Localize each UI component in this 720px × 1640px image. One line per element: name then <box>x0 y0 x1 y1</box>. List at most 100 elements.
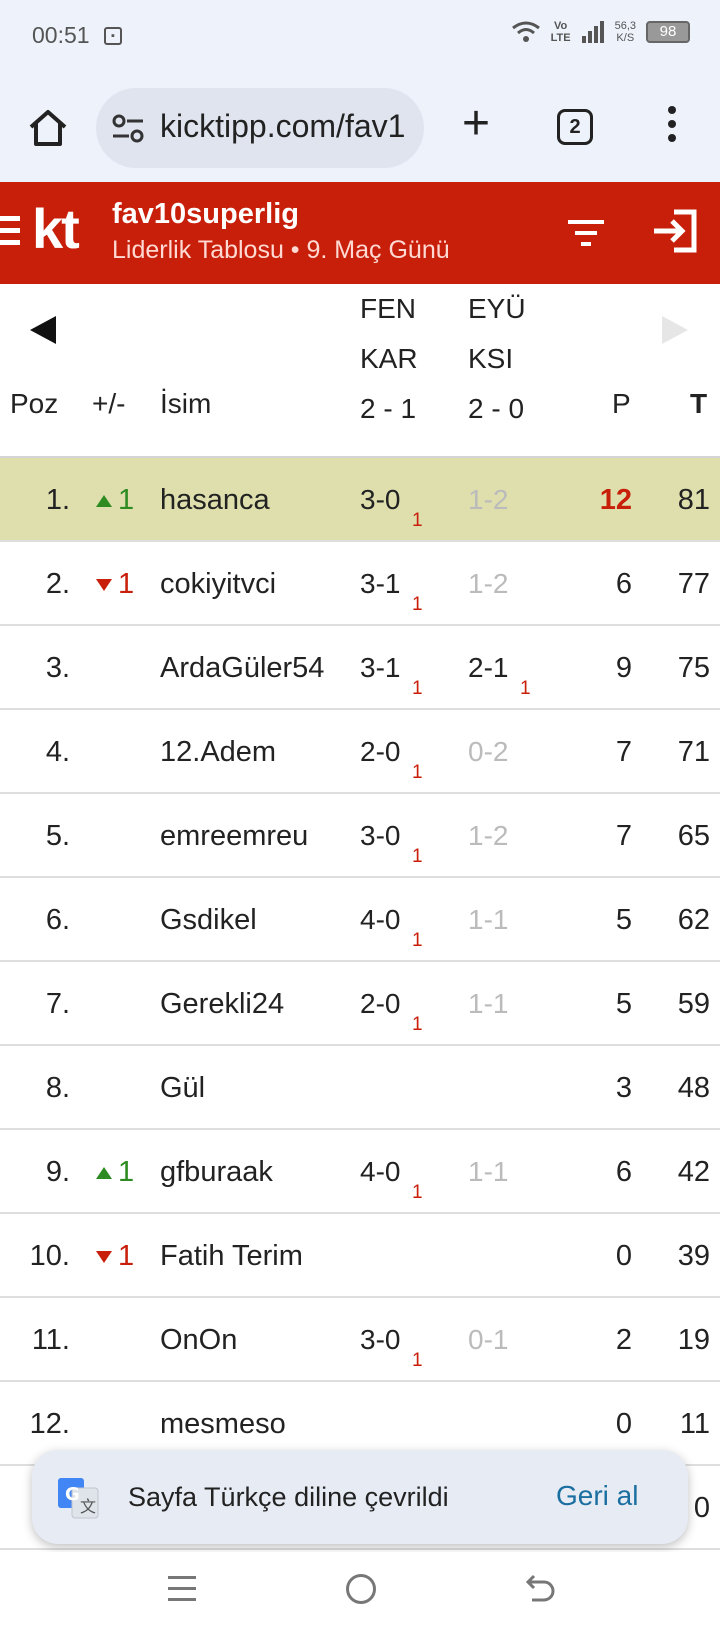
row-position: 6. <box>45 904 70 936</box>
matchday-points: 2 <box>615 1324 632 1356</box>
rank-change: 1 <box>96 1240 134 1273</box>
url-text[interactable]: kicktipp.com/fav1 <box>160 108 405 145</box>
match-1-score: 2 - 1 <box>360 393 417 424</box>
player-name[interactable]: hasanca <box>160 484 270 517</box>
tip-match-1-points: 1 <box>412 762 423 783</box>
login-icon[interactable] <box>652 208 698 254</box>
home-icon[interactable] <box>26 106 70 150</box>
row-position: 3. <box>45 652 70 684</box>
tip-match-1-points: 1 <box>412 1014 423 1035</box>
table-row[interactable]: 6. Gsdikel 4-0 1 1-1 5 62 <box>0 878 720 962</box>
table-row[interactable]: 8. Gül 3 48 <box>0 1046 720 1130</box>
row-position: 11. <box>31 1324 70 1356</box>
table-row[interactable]: 4. 12.Adem 2-0 1 0-2 7 71 <box>0 710 720 794</box>
player-name[interactable]: Fatih Terim <box>160 1240 303 1273</box>
total-points: 11 <box>679 1408 710 1440</box>
hamburger-menu-icon[interactable] <box>0 216 20 248</box>
total-points: 59 <box>677 988 710 1020</box>
system-nav-bar <box>0 1552 720 1640</box>
rank-change-value: 1 <box>118 1240 135 1272</box>
total-points: 39 <box>677 1240 710 1272</box>
tip-match-1-points: 1 <box>412 1182 423 1203</box>
rank-change: 1 <box>96 484 134 517</box>
tip-match-1: 2-0 <box>360 736 401 767</box>
tip-match-1: 3-0 <box>360 484 401 515</box>
browser-toolbar: kicktipp.com/fav1 + 2 <box>0 76 720 182</box>
player-name[interactable]: ArdaGüler54 <box>160 652 324 685</box>
tip-match-1-points: 1 <box>412 510 423 531</box>
wifi-icon <box>511 20 541 44</box>
svg-text:文: 文 <box>80 1497 96 1516</box>
network-speed: 56,3 K/S <box>615 20 636 44</box>
table-row[interactable]: 2. 1 cokiyitvci 3-1 1 1-2 6 77 <box>0 542 720 626</box>
table-row[interactable]: 10. 1 Fatih Terim 0 39 <box>0 1214 720 1298</box>
recent-apps-icon[interactable] <box>168 1576 196 1606</box>
matchday-points: 6 <box>615 568 632 600</box>
tip-match-1: 3-1 <box>360 568 401 599</box>
kicktipp-logo[interactable]: kt <box>32 196 80 261</box>
player-name[interactable]: Gerekli24 <box>160 988 284 1021</box>
player-name[interactable]: mesmeso <box>160 1408 286 1441</box>
match-1-home: FEN <box>360 293 416 324</box>
tip-match-1-points: 1 <box>412 678 423 699</box>
home-button-icon[interactable] <box>346 1574 376 1604</box>
match-header-2[interactable]: EYÜ KSI 2 - 0 <box>468 284 526 434</box>
table-row[interactable]: 11. OnOn 3-0 1 0-1 2 19 <box>0 1298 720 1382</box>
more-menu-icon[interactable] <box>660 106 684 150</box>
row-position: 12. <box>29 1408 70 1440</box>
total-points: 62 <box>677 904 710 936</box>
row-position: 8. <box>45 1072 70 1104</box>
table-row[interactable]: 3. ArdaGüler54 3-1 1 2-1 1 9 75 <box>0 626 720 710</box>
total-points: 77 <box>677 568 710 600</box>
next-matchday-arrow-icon[interactable] <box>662 316 688 344</box>
signal-icon <box>581 20 605 44</box>
player-name[interactable]: OnOn <box>160 1324 237 1357</box>
column-pos[interactable]: Poz <box>10 388 58 420</box>
app-header: kt fav10superlig Liderlik Tablosu • 9. M… <box>0 182 720 284</box>
column-change[interactable]: +/- <box>92 388 125 420</box>
arrow-up-icon <box>96 1166 112 1179</box>
rank-change-value: 1 <box>118 1156 135 1188</box>
player-name[interactable]: cokiyitvci <box>160 568 276 601</box>
tip-match-2: 2-1 <box>468 652 509 683</box>
address-bar[interactable]: kicktipp.com/fav1 <box>96 88 424 168</box>
player-name[interactable]: emreemreu <box>160 820 308 853</box>
table-header: Poz +/- İsim FEN KAR 2 - 1 EYÜ KSI 2 - 0… <box>0 284 720 458</box>
match-header-1[interactable]: FEN KAR 2 - 1 <box>360 284 418 434</box>
player-name[interactable]: Gsdikel <box>160 904 257 937</box>
tip-match-1-points: 1 <box>412 846 423 867</box>
tip-match-1: 3-1 <box>360 652 401 683</box>
table-row[interactable]: 1. 1 hasanca 3-0 1 1-2 12 81 <box>0 458 720 542</box>
table-row[interactable]: 9. 1 gfburaak 4-0 1 1-1 6 42 <box>0 1130 720 1214</box>
row-position: 9. <box>45 1156 70 1188</box>
matchday-points: 0 <box>615 1240 632 1272</box>
site-settings-icon[interactable] <box>112 114 144 144</box>
rank-change: 1 <box>96 568 134 601</box>
table-row[interactable]: 7. Gerekli24 2-0 1 1-1 5 59 <box>0 962 720 1046</box>
filter-icon[interactable] <box>566 218 606 248</box>
previous-matchday-arrow-icon[interactable] <box>30 316 56 344</box>
tip-match-2: 1-2 <box>468 484 509 515</box>
tab-switcher-button[interactable]: 2 <box>557 109 593 145</box>
match-2-away: KSI <box>468 343 514 374</box>
status-icons: Vo LTE 56,3 K/S 98 <box>511 20 690 44</box>
column-name[interactable]: İsim <box>160 388 211 420</box>
back-icon[interactable] <box>524 1572 556 1606</box>
player-name[interactable]: Gül <box>160 1072 205 1105</box>
rank-change-value: 1 <box>118 484 135 516</box>
rank-change: 1 <box>96 1156 134 1189</box>
player-name[interactable]: 12.Adem <box>160 736 276 769</box>
new-tab-button[interactable]: + <box>456 100 496 148</box>
undo-translation-button[interactable]: Geri al <box>556 1480 638 1512</box>
column-points[interactable]: P <box>612 388 631 420</box>
svg-text:G: G <box>65 1484 80 1505</box>
tip-match-2-points: 1 <box>520 678 531 699</box>
matchday-points: 7 <box>615 820 632 852</box>
table-row[interactable]: 5. emreemreu 3-0 1 1-2 7 65 <box>0 794 720 878</box>
player-name[interactable]: gfburaak <box>160 1156 273 1189</box>
tip-match-1: 3-0 <box>360 1324 401 1355</box>
match-2-score: 2 - 0 <box>468 393 525 424</box>
battery-icon: 98 <box>646 21 690 43</box>
total-points: 81 <box>677 484 710 516</box>
column-total[interactable]: T <box>690 388 707 420</box>
